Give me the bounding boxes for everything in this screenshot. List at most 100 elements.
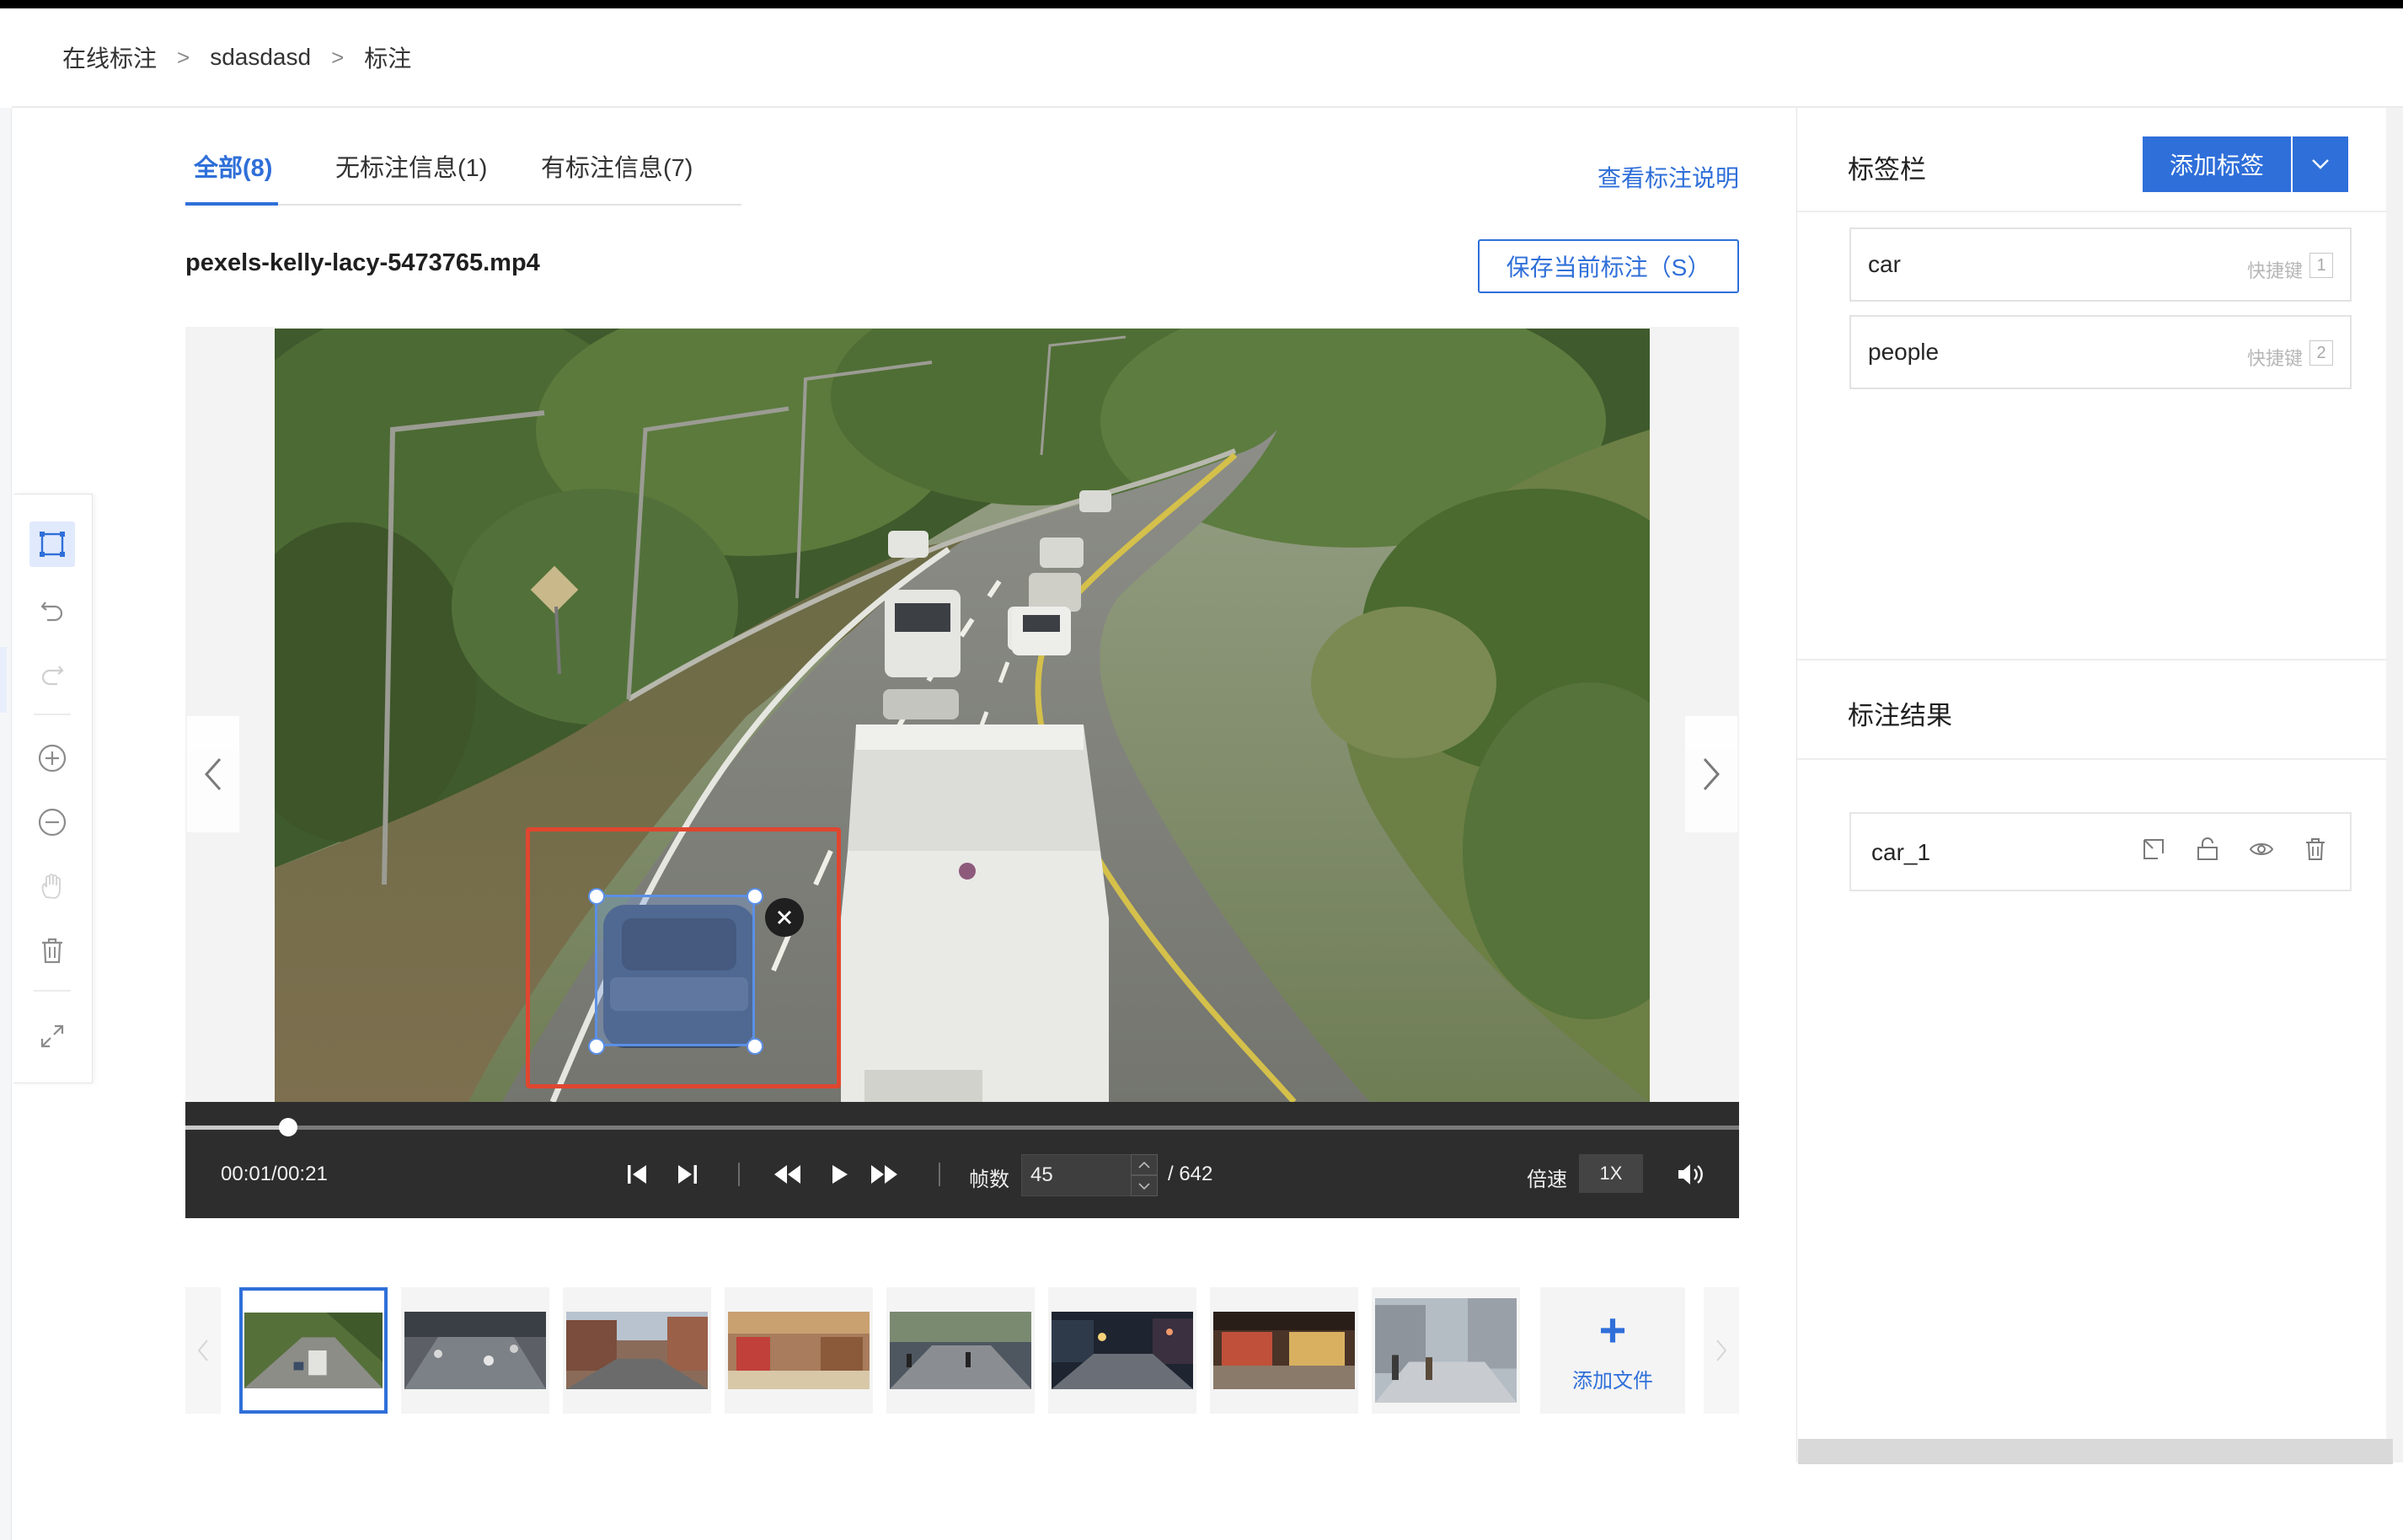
left-nav-active-marker (0, 647, 7, 713)
skip-to-end-icon[interactable] (672, 1159, 703, 1190)
resize-handle[interactable] (588, 888, 605, 905)
progress-fill (185, 1126, 288, 1130)
controls-divider (738, 1163, 740, 1186)
playback-speed-selector[interactable]: 1X (1579, 1154, 1643, 1193)
hand-pan-icon[interactable] (29, 864, 75, 909)
thumbnail-highway-video[interactable] (239, 1287, 388, 1414)
resize-handle[interactable] (747, 1038, 763, 1055)
tab-annotated[interactable]: 有标注信息(7) (541, 148, 693, 184)
highway-scene-image (275, 329, 1650, 1102)
next-frame-arrow[interactable] (1685, 716, 1737, 832)
playback-speed-label: 倍速 (1527, 1168, 1567, 1191)
progress-track[interactable] (185, 1118, 1739, 1136)
volume-icon[interactable] (1673, 1158, 1707, 1191)
plus-icon: + (1598, 1302, 1627, 1356)
progress-knob[interactable] (278, 1118, 297, 1136)
video-stage (185, 327, 1739, 1102)
filter-tabs: 全部(8) 无标注信息(1) 有标注信息(7) (185, 135, 741, 206)
visibility-eye-icon[interactable] (2245, 832, 2277, 866)
tag-item-people[interactable]: people 快捷键 2 (1849, 315, 2352, 389)
thumbnail-image (1375, 1298, 1517, 1403)
previous-frame-arrow[interactable] (187, 716, 239, 832)
annotation-result-item[interactable]: car_1 (1849, 812, 2352, 891)
breadcrumb-item-current: 标注 (364, 45, 412, 72)
thumbnail-video-6[interactable] (1048, 1287, 1196, 1414)
thumbnail-video-3[interactable] (563, 1287, 711, 1414)
panel-divider (1797, 211, 2387, 212)
hotkey-key: 2 (2309, 340, 2333, 366)
remove-annotation-close-icon[interactable] (765, 898, 804, 937)
hotkey-label: 快捷键 (2246, 348, 2303, 369)
add-file-button[interactable]: + 添加文件 (1540, 1287, 1685, 1414)
view-annotation-guide-link[interactable]: 查看标注说明 (1598, 160, 1739, 194)
thumbnails-prev-arrow[interactable] (185, 1287, 221, 1414)
hotkey-key: 1 (2309, 253, 2333, 278)
right-sidebar: 标签栏 添加标签 car 快捷键 1 people 快捷键 2 标注结果 car… (1796, 108, 2387, 1462)
play-icon[interactable] (824, 1159, 854, 1190)
breadcrumb: 在线标注 > sdasdasd > 标注 (12, 8, 2403, 108)
right-panel-scrollbar[interactable] (2386, 108, 2403, 1462)
add-tag-button[interactable]: 添加标签 (2143, 136, 2291, 192)
tag-name: car (1868, 251, 1901, 277)
zoom-out-icon[interactable] (29, 799, 75, 845)
hotkey-label: 快捷键 (2246, 260, 2303, 281)
window-top-bar (0, 0, 2403, 8)
thumbnail-image (566, 1312, 708, 1389)
video-player-controls: 00:01/00:21 帧数 45 / 642 倍速 1X (185, 1102, 1739, 1218)
thumbnail-image (728, 1312, 870, 1389)
thumbnails-next-arrow[interactable] (1704, 1287, 1739, 1414)
save-annotation-button[interactable]: 保存当前标注（S） (1478, 239, 1739, 293)
thumbnail-image (890, 1312, 1031, 1389)
resize-handle[interactable] (747, 888, 763, 905)
edit-resize-icon[interactable] (2138, 832, 2170, 866)
add-file-label: 添加文件 (1572, 1369, 1653, 1393)
undo-icon[interactable] (29, 587, 75, 633)
thumbnail-video-2[interactable] (401, 1287, 549, 1414)
tab-active-indicator (185, 202, 278, 206)
fullscreen-icon[interactable] (29, 1013, 75, 1059)
file-name: pexels-kelly-lacy-5473765.mp4 (185, 249, 540, 276)
unlock-icon[interactable] (2192, 832, 2224, 866)
breadcrumb-item-online-annotation[interactable]: 在线标注 (62, 40, 157, 74)
thumbnail-image (1052, 1312, 1193, 1389)
add-tag-dropdown-chevron-down-icon[interactable] (2293, 136, 2348, 192)
tag-item-car[interactable]: car 快捷键 1 (1849, 227, 2352, 302)
breadcrumb-separator: > (177, 44, 190, 70)
controls-divider (939, 1163, 940, 1186)
frame-count-label: 帧数 (969, 1168, 1009, 1191)
horizontal-scrollbar[interactable] (1798, 1439, 2393, 1464)
tab-all[interactable]: 全部(8) (194, 148, 272, 184)
thumbnail-image (1213, 1312, 1355, 1389)
annotation-toolbar (13, 494, 93, 1083)
result-name: car_1 (1871, 839, 1931, 865)
frame-total: / 642 (1168, 1163, 1213, 1185)
frame-number-input[interactable]: 45 (1021, 1154, 1132, 1196)
thumbnail-video-5[interactable] (886, 1287, 1035, 1414)
panel-divider (1797, 758, 2387, 760)
thumbnail-video-4[interactable] (725, 1287, 873, 1414)
rectangle-tool-icon[interactable] (29, 521, 75, 567)
delete-result-trash-icon[interactable] (2299, 832, 2331, 866)
fast-forward-icon[interactable] (870, 1159, 900, 1190)
breadcrumb-item-dataset[interactable]: sdasdasd (210, 44, 311, 71)
zoom-in-icon[interactable] (29, 735, 75, 781)
delete-icon[interactable] (29, 928, 75, 973)
redo-icon[interactable] (29, 651, 75, 697)
toolbar-divider (34, 714, 71, 715)
resize-handle[interactable] (588, 1038, 605, 1055)
thumbnail-video-8[interactable] (1372, 1287, 1520, 1414)
breadcrumb-separator: > (331, 44, 345, 70)
skip-to-start-icon[interactable] (622, 1159, 652, 1190)
frame-decrement-icon[interactable] (1131, 1175, 1158, 1196)
tag-name: people (1868, 339, 1940, 365)
tab-unannotated[interactable]: 无标注信息(1) (335, 148, 487, 184)
frame-increment-icon[interactable] (1131, 1154, 1158, 1175)
rewind-icon[interactable] (772, 1159, 802, 1190)
thumbnail-image (244, 1313, 383, 1388)
car-annotation-box[interactable] (595, 895, 755, 1046)
results-panel-title: 标注结果 (1848, 701, 1952, 730)
video-frame[interactable] (275, 329, 1650, 1102)
toolbar-divider (34, 990, 71, 992)
tags-panel-title: 标签栏 (1848, 155, 1926, 184)
thumbnail-video-7[interactable] (1210, 1287, 1358, 1414)
